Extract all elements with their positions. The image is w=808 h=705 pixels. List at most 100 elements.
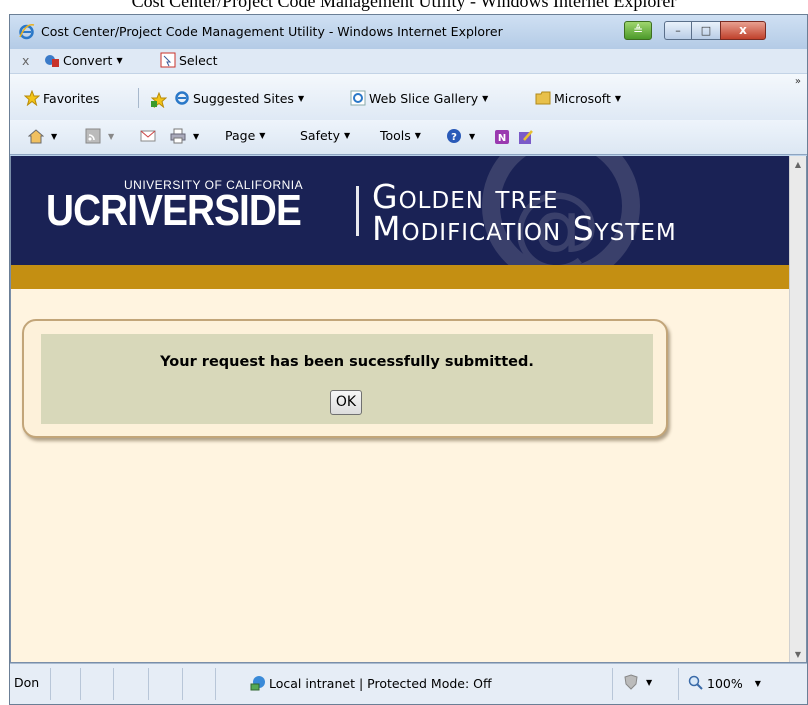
safety-menu-label: Safety xyxy=(300,128,340,143)
chevron-down-icon: ▼ xyxy=(116,55,123,65)
scroll-down-icon[interactable]: ▼ xyxy=(790,646,806,662)
select-button[interactable]: Select xyxy=(160,52,218,68)
chevron-down-icon: ▼ xyxy=(297,93,305,103)
favorites-separator xyxy=(138,88,139,108)
maximize-icon: □ xyxy=(700,24,712,37)
print-button[interactable]: ▼ xyxy=(170,128,199,144)
convert-icon xyxy=(45,55,59,67)
shield-icon xyxy=(624,674,638,690)
convert-button[interactable]: Convert ▼ xyxy=(44,52,123,68)
zoom-icon xyxy=(688,675,703,690)
status-cell xyxy=(80,668,81,700)
protected-mode-button[interactable]: ▼ xyxy=(623,674,652,690)
home-button[interactable]: ▼ xyxy=(28,128,57,144)
favorites-bar: Favorites Suggested Sites ▼ Web Slice Gal… xyxy=(10,74,807,120)
confirmation-message: Your request has been sucessfully submit… xyxy=(160,354,534,370)
printer-icon xyxy=(170,128,186,144)
status-cell xyxy=(678,668,679,700)
chevron-down-icon: ▼ xyxy=(193,131,200,141)
chevron-down-icon: ▼ xyxy=(469,131,476,141)
gold-stripe xyxy=(11,265,790,289)
vertical-scrollbar[interactable]: ▲ ▼ xyxy=(789,156,806,662)
onenote-icon[interactable]: N xyxy=(494,129,510,145)
svg-text:?: ? xyxy=(451,132,457,143)
status-cell xyxy=(612,668,613,700)
convert-label: Convert xyxy=(63,52,113,68)
minimize-button[interactable]: – xyxy=(664,21,691,40)
ucr-logo: UCRIVERSIDE xyxy=(46,186,302,235)
chevron-down-icon: ▼ xyxy=(343,131,351,140)
close-button[interactable]: x xyxy=(720,21,766,40)
chevron-down-icon: ▼ xyxy=(482,93,489,103)
toolbar-close-button[interactable]: x xyxy=(22,53,29,68)
system-title-line2: Modification System xyxy=(372,209,677,248)
status-cell xyxy=(215,668,216,700)
chevron-down-icon: ▼ xyxy=(414,131,421,140)
security-zone[interactable]: Local intranet | Protected Mode: Off xyxy=(250,675,492,691)
favorites-item-microsoft[interactable]: Microsoft ▼ xyxy=(535,90,621,106)
minimize-icon: – xyxy=(675,24,681,37)
internet-explorer-icon xyxy=(175,91,189,105)
page-menu[interactable]: Page ▼ xyxy=(225,128,265,143)
more-chevron-icon[interactable]: » xyxy=(795,76,801,87)
ok-button[interactable]: OK xyxy=(330,390,362,415)
select-label: Select xyxy=(179,52,218,68)
maximize-button[interactable]: □ xyxy=(691,21,720,40)
help-button[interactable]: ? ▼ xyxy=(446,128,475,144)
title-bar: Cost Center/Project Code Management Util… xyxy=(10,15,807,49)
status-bar: Don Local intranet | Protected Mode: Off… xyxy=(10,663,807,704)
add-favorite-icon[interactable] xyxy=(151,92,167,108)
chevron-down-icon: ▼ xyxy=(614,93,622,103)
favorites-item-label: Microsoft xyxy=(554,90,611,106)
select-icon xyxy=(160,52,176,68)
banner-divider xyxy=(356,186,359,236)
chevron-down-icon: ▼ xyxy=(646,677,653,687)
window-title: Cost Center/Project Code Management Util… xyxy=(41,24,503,39)
confirmation-panel: Your request has been sucessfully submit… xyxy=(41,334,653,424)
close-icon: x xyxy=(739,23,747,37)
confirmation-dialog: Your request has been sucessfully submit… xyxy=(22,319,668,438)
status-cell xyxy=(50,668,51,700)
favorites-label: Favorites xyxy=(43,90,100,106)
convert-toolbar: x Convert ▼ Select xyxy=(10,49,807,74)
status-cell xyxy=(182,668,183,700)
mail-icon xyxy=(140,130,156,142)
status-cell xyxy=(148,668,149,700)
favorites-item-label: Web Slice Gallery xyxy=(369,90,479,106)
status-cell xyxy=(113,668,114,700)
chevron-down-icon: ▼ xyxy=(259,131,266,140)
blog-icon[interactable] xyxy=(518,129,534,145)
svg-text:N: N xyxy=(498,133,506,144)
chevron-down-icon: ▼ xyxy=(51,131,58,141)
page-viewport: @ UNIVERSITY OF CALIFORNIA UCRIVERSIDE G… xyxy=(10,156,807,663)
favorites-button[interactable]: Favorites xyxy=(24,90,99,106)
compatibility-icon[interactable]: ≜ xyxy=(624,21,652,40)
site-banner: @ UNIVERSITY OF CALIFORNIA UCRIVERSIDE G… xyxy=(11,156,790,265)
status-text: Don xyxy=(14,675,40,690)
web-slice-icon xyxy=(350,90,366,106)
home-icon xyxy=(28,129,44,144)
page-menu-label: Page xyxy=(225,128,256,143)
help-icon: ? xyxy=(447,129,461,143)
window-controls: – □ x xyxy=(664,21,766,40)
folder-icon xyxy=(535,91,551,105)
internet-explorer-icon xyxy=(19,24,35,40)
chevron-down-icon: ▼ xyxy=(754,678,761,688)
star-icon xyxy=(24,90,40,106)
chevron-down-icon: ▼ xyxy=(108,131,115,141)
favorites-item-web-slice-gallery[interactable]: Web Slice Gallery ▼ xyxy=(350,90,488,106)
tools-menu-label: Tools xyxy=(380,128,411,143)
browser-window: Cost Center/Project Code Management Util… xyxy=(9,14,808,705)
zoom-control[interactable]: 100% ▼ xyxy=(688,675,761,691)
favorites-item-label: Suggested Sites xyxy=(193,90,294,106)
scroll-up-icon[interactable]: ▲ xyxy=(790,156,806,173)
tools-menu[interactable]: Tools ▼ xyxy=(380,128,421,143)
zoom-level: 100% xyxy=(707,675,743,691)
command-bar: ▼ ▼ ▼ Page ▼ Safety ▼ Tools ▼ ? ▼ N xyxy=(10,120,807,155)
safety-menu[interactable]: Safety ▼ xyxy=(300,128,350,143)
read-mail-button[interactable] xyxy=(140,128,159,144)
feeds-button[interactable]: ▼ xyxy=(85,128,114,144)
local-intranet-icon xyxy=(250,676,265,691)
security-zone-label: Local intranet | Protected Mode: Off xyxy=(269,675,492,691)
favorites-item-suggested-sites[interactable]: Suggested Sites ▼ xyxy=(174,90,304,106)
